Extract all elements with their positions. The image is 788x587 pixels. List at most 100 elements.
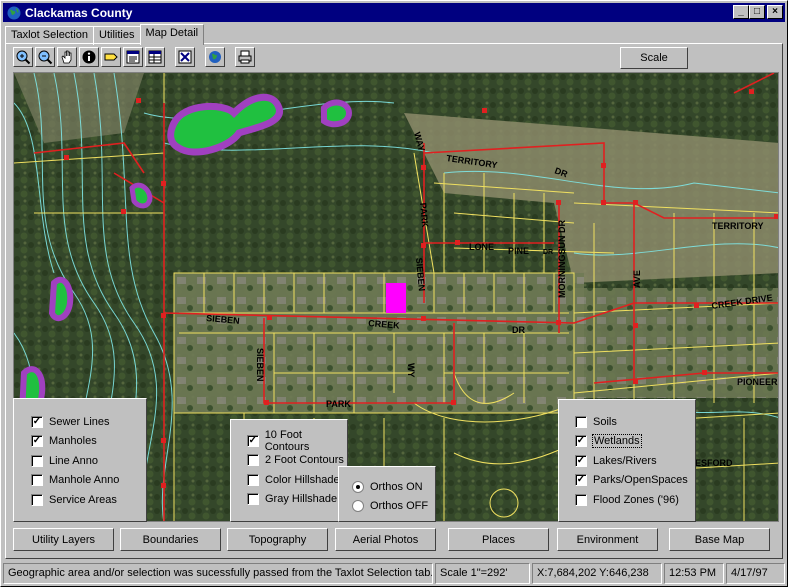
zoom-out-button[interactable]: [35, 47, 55, 67]
tab-map-detail[interactable]: Map Detail: [139, 24, 205, 45]
checkbox-box[interactable]: [247, 473, 259, 486]
pan-hand-icon: [61, 50, 72, 64]
utility-layers-button[interactable]: Utility Layers: [13, 528, 114, 551]
identify-list-icon: [126, 50, 140, 64]
street-label: WY: [406, 363, 416, 378]
zoom-out-icon: [38, 50, 53, 65]
checkbox-box[interactable]: [31, 493, 43, 506]
checkbox-box[interactable]: [247, 434, 259, 447]
status-coordinates: X:7,684,202 Y:646,238: [532, 563, 662, 584]
checkbox-label: Soils: [593, 415, 617, 428]
places-button[interactable]: Places: [448, 528, 549, 551]
checkbox-label: Color Hillshade: [265, 473, 340, 486]
title-bar[interactable]: Clackamas County _ □ ×: [3, 3, 785, 22]
zoom-in-icon: [16, 50, 31, 65]
radio-label: Orthos OFF: [370, 500, 429, 513]
radio-button[interactable]: [352, 480, 364, 493]
print-button[interactable]: [235, 47, 255, 67]
checkbox-label: Flood Zones ('96): [593, 493, 679, 506]
checkbox-box[interactable]: [575, 415, 587, 428]
gray-hillshade-checkbox[interactable]: Gray Hillshade: [247, 490, 347, 510]
maximize-button[interactable]: □: [749, 5, 765, 19]
info-button[interactable]: [79, 47, 99, 67]
sewer-lines-checkbox[interactable]: Sewer Lines: [31, 412, 146, 432]
checkbox-label: Lakes/Rivers: [593, 454, 657, 467]
flood-zones-checkbox[interactable]: Flood Zones ('96): [575, 490, 695, 510]
checkbox-box[interactable]: [31, 454, 43, 467]
topography-button[interactable]: Topography: [227, 528, 328, 551]
wetlands-checkbox[interactable]: Wetlands: [575, 432, 695, 452]
environment-button[interactable]: Environment: [557, 528, 658, 551]
base-map-button[interactable]: Base Map: [669, 528, 770, 551]
close-button[interactable]: ×: [767, 5, 783, 19]
scale-button[interactable]: Scale: [620, 47, 688, 69]
label-button[interactable]: [101, 47, 121, 67]
layer-category-buttons: Utility Layers Boundaries Topography Aer…: [13, 528, 783, 552]
print-icon: [238, 50, 252, 64]
street-label: PINE: [508, 246, 529, 256]
checkbox-box[interactable]: [575, 454, 587, 467]
checkbox-label: 10 Foot Contours: [264, 428, 310, 453]
checkbox-box[interactable]: [575, 435, 587, 448]
parks-openspaces-checkbox[interactable]: Parks/OpenSpaces: [575, 471, 695, 491]
checkbox-box[interactable]: [31, 435, 43, 448]
checkbox-label: Gray Hillshade: [265, 493, 338, 506]
identify-list-button[interactable]: [123, 47, 143, 67]
globe-refresh-icon: [209, 51, 221, 63]
checkbox-label: 2 Foot Contours: [265, 454, 344, 467]
10-foot-contours-checkbox[interactable]: 10 Foot Contours: [247, 428, 347, 453]
refresh-button[interactable]: [205, 47, 225, 67]
street-label: LONE: [469, 242, 494, 252]
radio-label: Orthos ON: [370, 480, 423, 493]
table-button[interactable]: [145, 47, 165, 67]
boundaries-button[interactable]: Boundaries: [120, 528, 221, 551]
clear-selection-button[interactable]: [175, 47, 195, 67]
line-anno-checkbox[interactable]: Line Anno: [31, 451, 146, 471]
manholes-checkbox[interactable]: Manholes: [31, 432, 146, 452]
app-globe-icon: [7, 6, 21, 19]
checkbox-label: Manholes: [49, 435, 97, 448]
checkbox-label: Service Areas: [49, 493, 117, 506]
manhole-anno-checkbox[interactable]: Manhole Anno: [31, 471, 146, 491]
aerial-photos-button[interactable]: Aerial Photos: [335, 528, 436, 551]
utility-layers-panel: Sewer Lines Manholes Line Anno Manhole A…: [13, 398, 147, 522]
checkbox-label: Wetlands: [592, 434, 642, 449]
checkbox-box[interactable]: [31, 474, 43, 487]
orthos-off-radio[interactable]: Orthos OFF: [352, 497, 435, 517]
clear-selection-icon: [178, 50, 192, 64]
checkbox-box[interactable]: [575, 493, 587, 506]
info-icon: [82, 50, 96, 64]
status-time: 12:53 PM: [664, 563, 724, 584]
tab-strip: Taxlot Selection Utilities Map Detail: [5, 24, 205, 45]
street-label: MORNINGSUN DR: [557, 220, 567, 298]
environment-panel: Soils Wetlands Lakes/Rivers Parks/OpenSp…: [558, 399, 696, 522]
zoom-in-button[interactable]: [13, 47, 33, 67]
checkbox-box[interactable]: [247, 454, 259, 467]
minimize-button[interactable]: _: [733, 5, 749, 19]
color-hillshade-checkbox[interactable]: Color Hillshade: [247, 470, 347, 490]
lakes-rivers-checkbox[interactable]: Lakes/Rivers: [575, 451, 695, 471]
radio-button[interactable]: [352, 500, 364, 513]
2-foot-contours-checkbox[interactable]: 2 Foot Contours: [247, 451, 347, 471]
status-bar: Geographic area and/or selection was suc…: [3, 563, 785, 585]
label-icon: [104, 53, 118, 61]
checkbox-label: Parks/OpenSpaces: [593, 474, 688, 487]
checkbox-box[interactable]: [247, 493, 259, 506]
service-areas-checkbox[interactable]: Service Areas: [31, 490, 146, 510]
street-label: PARK: [326, 399, 351, 409]
pan-button[interactable]: [57, 47, 77, 67]
orthos-panel: Orthos ON Orthos OFF: [338, 466, 436, 522]
orthos-on-radio[interactable]: Orthos ON: [352, 477, 435, 497]
status-message: Geographic area and/or selection was suc…: [3, 563, 433, 584]
street-label: DR: [543, 249, 553, 256]
street-label: PIONEER: [737, 377, 778, 387]
soils-checkbox[interactable]: Soils: [575, 412, 695, 432]
checkbox-box[interactable]: [575, 474, 587, 487]
checkbox-box[interactable]: [31, 415, 43, 428]
application-window: Clackamas County _ □ × Taxlot Selection …: [0, 0, 788, 587]
checkbox-label: Line Anno: [49, 454, 98, 467]
street-label: SIEBEN: [255, 348, 265, 382]
topography-panel: 10 Foot Contours 2 Foot Contours Color H…: [230, 419, 348, 522]
selected-taxlot[interactable]: [386, 283, 406, 313]
street-label: TERRITORY: [712, 221, 764, 231]
